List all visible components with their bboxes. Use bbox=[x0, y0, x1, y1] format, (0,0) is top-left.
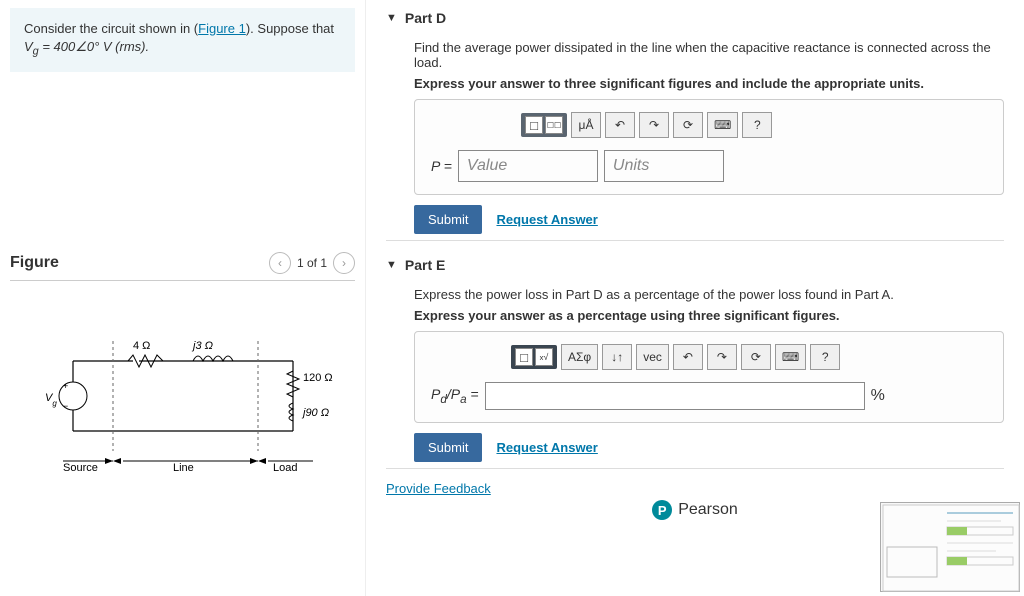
part-e-instruction: Express your answer as a percentage usin… bbox=[414, 308, 1004, 323]
part-d-label: P = bbox=[431, 158, 452, 174]
template-tool[interactable]: □☐☐ bbox=[521, 113, 567, 137]
part-d-title: Part D bbox=[405, 10, 446, 26]
problem-intro-suffix: ). Suppose that bbox=[246, 21, 334, 36]
provide-feedback-link[interactable]: Provide Feedback bbox=[386, 481, 491, 496]
part-e-answer-box: □x√ ΑΣφ ↓↑ vec ↶ ↷ ⟳ ⌨ ? Pd/Pa = % bbox=[414, 331, 1004, 423]
svg-text:Load: Load bbox=[273, 462, 297, 474]
part-d-units-input[interactable]: Units bbox=[604, 150, 724, 182]
circuit-figure: + − Vg 4 Ω j3 Ω 120 Ω j90 Ω bbox=[10, 321, 355, 494]
svg-text:Line: Line bbox=[173, 462, 194, 474]
part-d-prompt: Find the average power dissipated in the… bbox=[414, 40, 1004, 70]
reset-button[interactable]: ⟳ bbox=[673, 112, 703, 138]
figure-nav: ‹ 1 of 1 › bbox=[269, 252, 355, 274]
keyboard-button[interactable]: ⌨ bbox=[775, 344, 806, 370]
redo-button[interactable]: ↷ bbox=[639, 112, 669, 138]
caret-down-icon: ▼ bbox=[386, 259, 397, 271]
problem-equation: Vg = 400∠0° V (rms). bbox=[24, 39, 149, 54]
figure-nav-text: 1 of 1 bbox=[297, 256, 327, 270]
part-e-label: Pd/Pa = bbox=[431, 386, 479, 406]
part-d-submit-button[interactable]: Submit bbox=[414, 205, 482, 234]
units-tool-button[interactable]: μÅ bbox=[571, 112, 601, 138]
caret-down-icon: ▼ bbox=[386, 12, 397, 24]
svg-text:j90 Ω: j90 Ω bbox=[301, 407, 329, 419]
problem-intro-prefix: Consider the circuit shown in ( bbox=[24, 21, 198, 36]
reset-button[interactable]: ⟳ bbox=[741, 344, 771, 370]
help-button[interactable]: ? bbox=[810, 344, 840, 370]
part-e-header[interactable]: ▼ Part E bbox=[386, 247, 1004, 283]
part-e-value-input[interactable] bbox=[485, 382, 865, 410]
part-e-prompt: Express the power loss in Part D as a pe… bbox=[414, 287, 1004, 302]
arrows-tool-button[interactable]: ↓↑ bbox=[602, 344, 632, 370]
part-d-header[interactable]: ▼ Part D bbox=[386, 0, 1004, 36]
pearson-logo-icon: P bbox=[652, 500, 672, 520]
part-e-title: Part E bbox=[405, 257, 445, 273]
part-d-answer-box: □☐☐ μÅ ↶ ↷ ⟳ ⌨ ? P = Value Units bbox=[414, 99, 1004, 195]
part-d-request-answer[interactable]: Request Answer bbox=[496, 212, 597, 227]
redo-button[interactable]: ↷ bbox=[707, 344, 737, 370]
brand-text: Pearson bbox=[678, 501, 738, 519]
svg-text:Source: Source bbox=[63, 462, 98, 474]
svg-text:+: + bbox=[63, 381, 68, 391]
part-e-submit-button[interactable]: Submit bbox=[414, 433, 482, 462]
thumbnail-preview[interactable] bbox=[880, 502, 1020, 592]
help-button[interactable]: ? bbox=[742, 112, 772, 138]
part-e-request-answer[interactable]: Request Answer bbox=[496, 440, 597, 455]
svg-text:Vg: Vg bbox=[45, 392, 57, 408]
part-d-instruction: Express your answer to three significant… bbox=[414, 76, 1004, 91]
svg-text:−: − bbox=[63, 401, 68, 411]
problem-statement: Consider the circuit shown in (Figure 1)… bbox=[10, 8, 355, 72]
svg-text:120 Ω: 120 Ω bbox=[303, 372, 333, 384]
keyboard-button[interactable]: ⌨ bbox=[707, 112, 738, 138]
figure-next-button[interactable]: › bbox=[333, 252, 355, 274]
figure-title: Figure bbox=[10, 254, 59, 272]
svg-text:j3 Ω: j3 Ω bbox=[191, 340, 213, 352]
undo-button[interactable]: ↶ bbox=[673, 344, 703, 370]
greek-tool-button[interactable]: ΑΣφ bbox=[561, 344, 598, 370]
part-d-value-input[interactable]: Value bbox=[458, 150, 598, 182]
part-e-unit: % bbox=[871, 387, 885, 405]
template-tool[interactable]: □x√ bbox=[511, 345, 557, 369]
undo-button[interactable]: ↶ bbox=[605, 112, 635, 138]
figure-prev-button[interactable]: ‹ bbox=[269, 252, 291, 274]
svg-text:4 Ω: 4 Ω bbox=[133, 340, 150, 352]
vec-tool-button[interactable]: vec bbox=[636, 344, 669, 370]
figure-link[interactable]: Figure 1 bbox=[198, 21, 246, 36]
